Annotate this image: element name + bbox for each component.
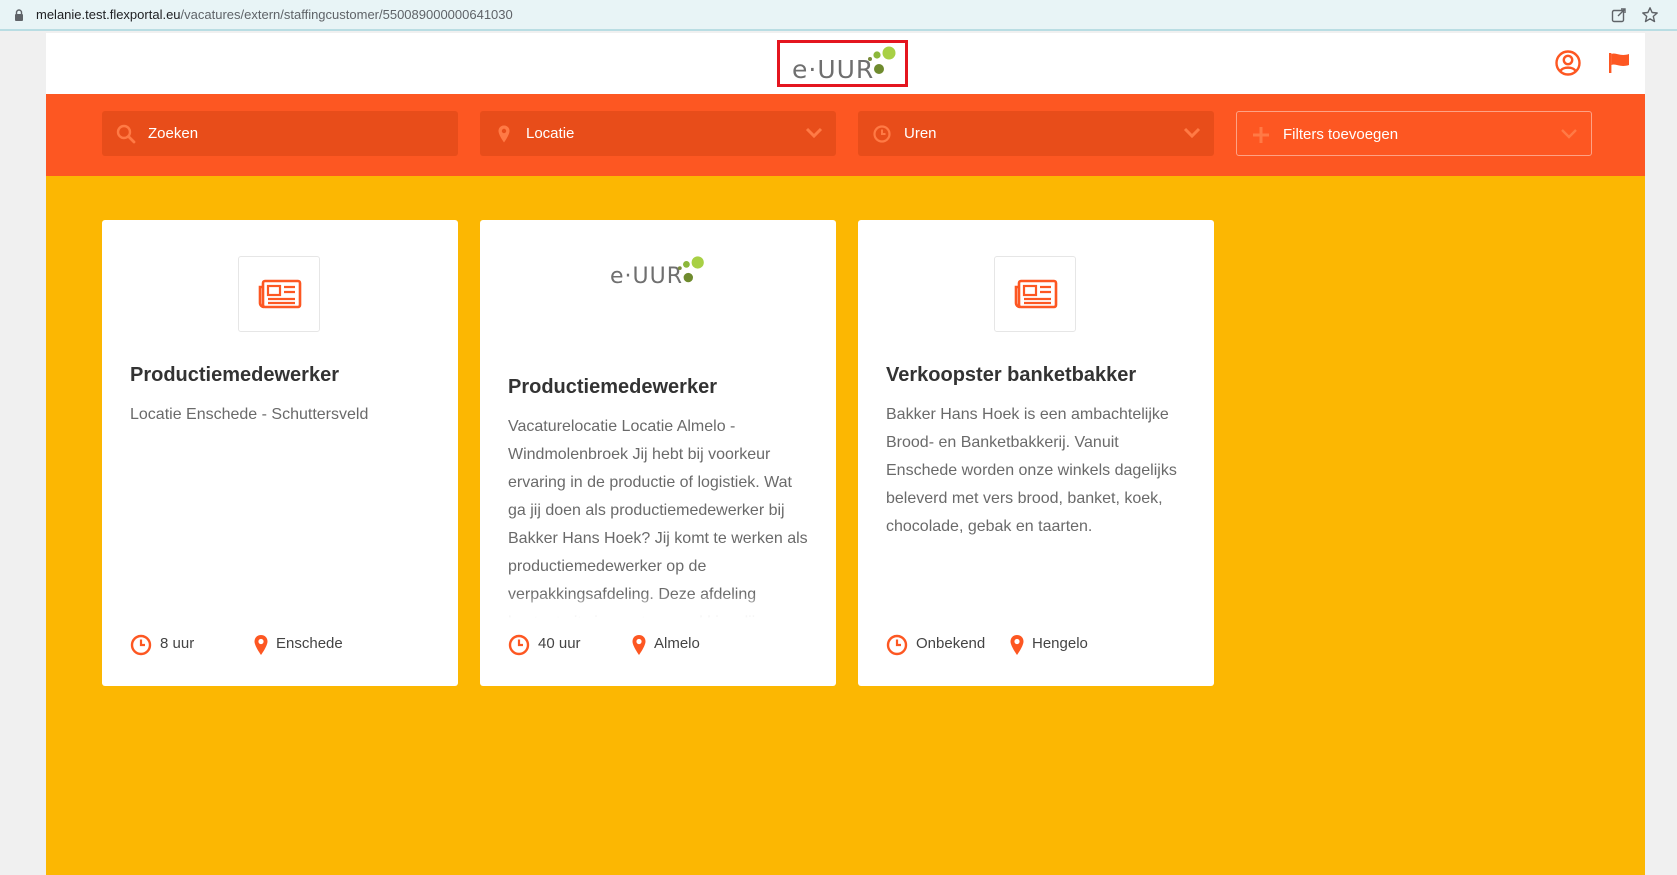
bookmark-star-icon[interactable]	[1641, 6, 1659, 24]
card-title: Verkoopster banketbakker	[886, 364, 1137, 386]
location-value: Almelo	[654, 635, 700, 652]
card-logo-text: e·UUR	[610, 264, 684, 289]
card-description: Locatie Enschede - Schuttersveld	[130, 406, 369, 423]
hours-dropdown[interactable]: Uren	[858, 111, 1214, 156]
chevron-down-icon	[805, 127, 823, 139]
newspaper-icon	[1014, 279, 1058, 309]
search-field[interactable]: Zoeken	[102, 111, 458, 156]
location-pin-icon	[254, 635, 268, 655]
card-title: Productiemedewerker	[130, 364, 339, 386]
page: e·UUR Zoeken Locatie Uren Filters toevoe…	[46, 33, 1645, 875]
hours-label: Uren	[904, 125, 937, 142]
hours-value: 8 uur	[160, 635, 195, 652]
vacancy-card[interactable]: e·UUR Productiemedewerker Vacaturelocati…	[480, 220, 836, 686]
url-text[interactable]: melanie.test.flexportal.eu/vacatures/ext…	[36, 7, 513, 22]
card-image	[994, 256, 1076, 332]
location-pin-icon	[498, 125, 510, 143]
url-host: melanie.test.flexportal.eu	[36, 7, 181, 22]
clock-icon	[508, 634, 530, 656]
card-description: Bakker Hans Hoek is een ambachtelijke Br…	[886, 406, 1177, 535]
url-path: /vacatures/extern/staffingcustomer/55008…	[180, 7, 513, 22]
location-label: Locatie	[526, 125, 575, 142]
plus-icon	[1253, 127, 1269, 143]
card-image	[238, 256, 320, 332]
clock-icon	[130, 634, 152, 656]
logo-dots-icon	[677, 256, 704, 283]
location-pin-icon	[1010, 635, 1024, 655]
flag-icon[interactable]	[1607, 51, 1631, 75]
vacancy-card[interactable]: Productiemedewerker Locatie Enschede - S…	[102, 220, 458, 686]
site-logo[interactable]: e·UUR	[777, 40, 908, 87]
chevron-down-icon	[1561, 129, 1577, 139]
chevron-down-icon	[1183, 127, 1201, 139]
share-icon[interactable]	[1611, 7, 1627, 23]
card-image: e·UUR	[610, 254, 710, 294]
hours-value: Onbekend	[916, 635, 986, 652]
card-title: Productiemedewerker	[508, 376, 717, 398]
logo-dots-icon	[868, 46, 896, 74]
add-filters-label: Filters toevoegen	[1283, 126, 1399, 143]
lock-icon	[15, 9, 23, 21]
logo-text: e·UUR	[792, 55, 875, 84]
site-header: e·UUR	[46, 33, 1645, 94]
location-dropdown[interactable]: Locatie	[480, 111, 836, 156]
location-pin-icon	[632, 635, 646, 655]
vacancy-card[interactable]: Verkoopster banketbakker Bakker Hans Hoe…	[858, 220, 1214, 686]
clock-icon	[873, 125, 891, 143]
add-filters-dropdown[interactable]: Filters toevoegen	[1236, 111, 1592, 156]
location-value: Enschede	[276, 635, 343, 652]
browser-address-bar[interactable]: melanie.test.flexportal.eu/vacatures/ext…	[0, 0, 1677, 31]
hours-value: 40 uur	[538, 635, 581, 652]
location-value: Hengelo	[1032, 635, 1088, 652]
clock-icon	[886, 634, 908, 656]
newspaper-icon	[258, 279, 302, 309]
user-account-icon[interactable]	[1555, 50, 1581, 76]
search-icon	[116, 124, 136, 144]
search-label: Zoeken	[148, 125, 199, 142]
card-description: Vacaturelocatie Locatie Almelo - Windmol…	[508, 418, 808, 618]
filter-bar: Zoeken Locatie Uren Filters toevoegen	[46, 94, 1645, 176]
